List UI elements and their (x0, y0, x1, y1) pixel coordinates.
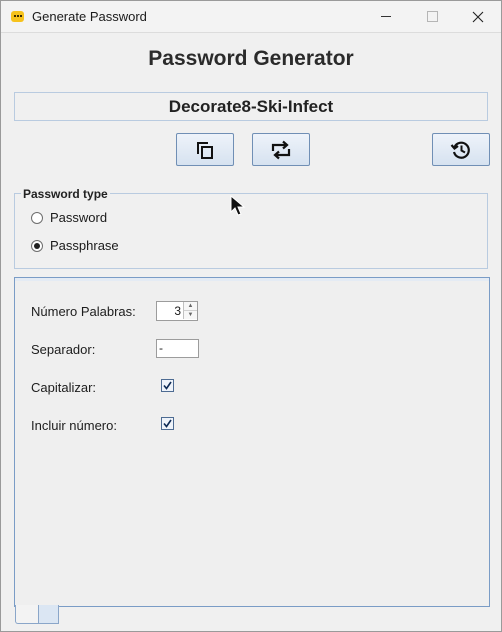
password-type-group: Password type Password Passphrase (14, 187, 488, 269)
passphrase-options-panel: Número Palabras: 3 ▲ ▼ Separador: - Capi… (14, 277, 490, 607)
window-title: Generate Password (32, 9, 147, 24)
history-button[interactable] (432, 133, 490, 166)
minimize-button[interactable] (363, 1, 409, 32)
checkmark-icon (163, 381, 172, 390)
refresh-icon (271, 140, 291, 159)
maximize-button[interactable] (409, 1, 455, 32)
separator-input[interactable]: - (156, 339, 199, 358)
title-bar[interactable]: Generate Password (1, 1, 501, 33)
mouse-cursor-icon (230, 195, 246, 216)
spinner-up-arrow-icon[interactable]: ▲ (183, 302, 197, 311)
page-title: Password Generator (148, 47, 354, 70)
copy-button[interactable] (176, 133, 234, 166)
word-count-value[interactable]: 3 (174, 304, 181, 318)
panel-tab-2[interactable] (38, 605, 59, 624)
history-icon (450, 141, 470, 159)
radio-passphrase-indicator[interactable] (31, 239, 43, 252)
password-type-legend: Password type (21, 187, 110, 201)
maximize-icon (426, 11, 438, 22)
spinner-down-arrow-icon[interactable]: ▼ (183, 311, 197, 319)
panel-top-border (15, 278, 489, 281)
separator-label: Separador: (31, 342, 96, 357)
panel-tab-1[interactable] (15, 605, 39, 624)
capitalize-label: Capitalizar: (31, 380, 97, 395)
word-count-label: Número Palabras: (31, 304, 136, 319)
copy-icon (197, 141, 213, 159)
capitalize-checkbox[interactable] (161, 379, 174, 392)
word-count-spinner[interactable]: 3 ▲ ▼ (156, 301, 198, 321)
app-window: Generate Password Password Generator Dec… (0, 0, 502, 632)
radio-passphrase-label: Passphrase (50, 238, 119, 253)
checkmark-icon (163, 419, 172, 428)
app-icon (11, 11, 24, 22)
regenerate-button[interactable] (252, 133, 310, 166)
radio-password[interactable]: Password (31, 210, 107, 225)
radio-passphrase[interactable]: Passphrase (31, 238, 119, 253)
radio-password-label: Password (50, 210, 108, 225)
include-number-checkbox[interactable] (161, 417, 174, 430)
close-icon (472, 11, 484, 22)
close-button[interactable] (455, 1, 501, 32)
radio-password-indicator[interactable] (31, 211, 43, 224)
include-number-label: Incluir número: (31, 418, 117, 433)
minimize-icon (381, 16, 391, 17)
generated-password-field[interactable]: Decorate8-Ski-Infect (14, 92, 488, 121)
